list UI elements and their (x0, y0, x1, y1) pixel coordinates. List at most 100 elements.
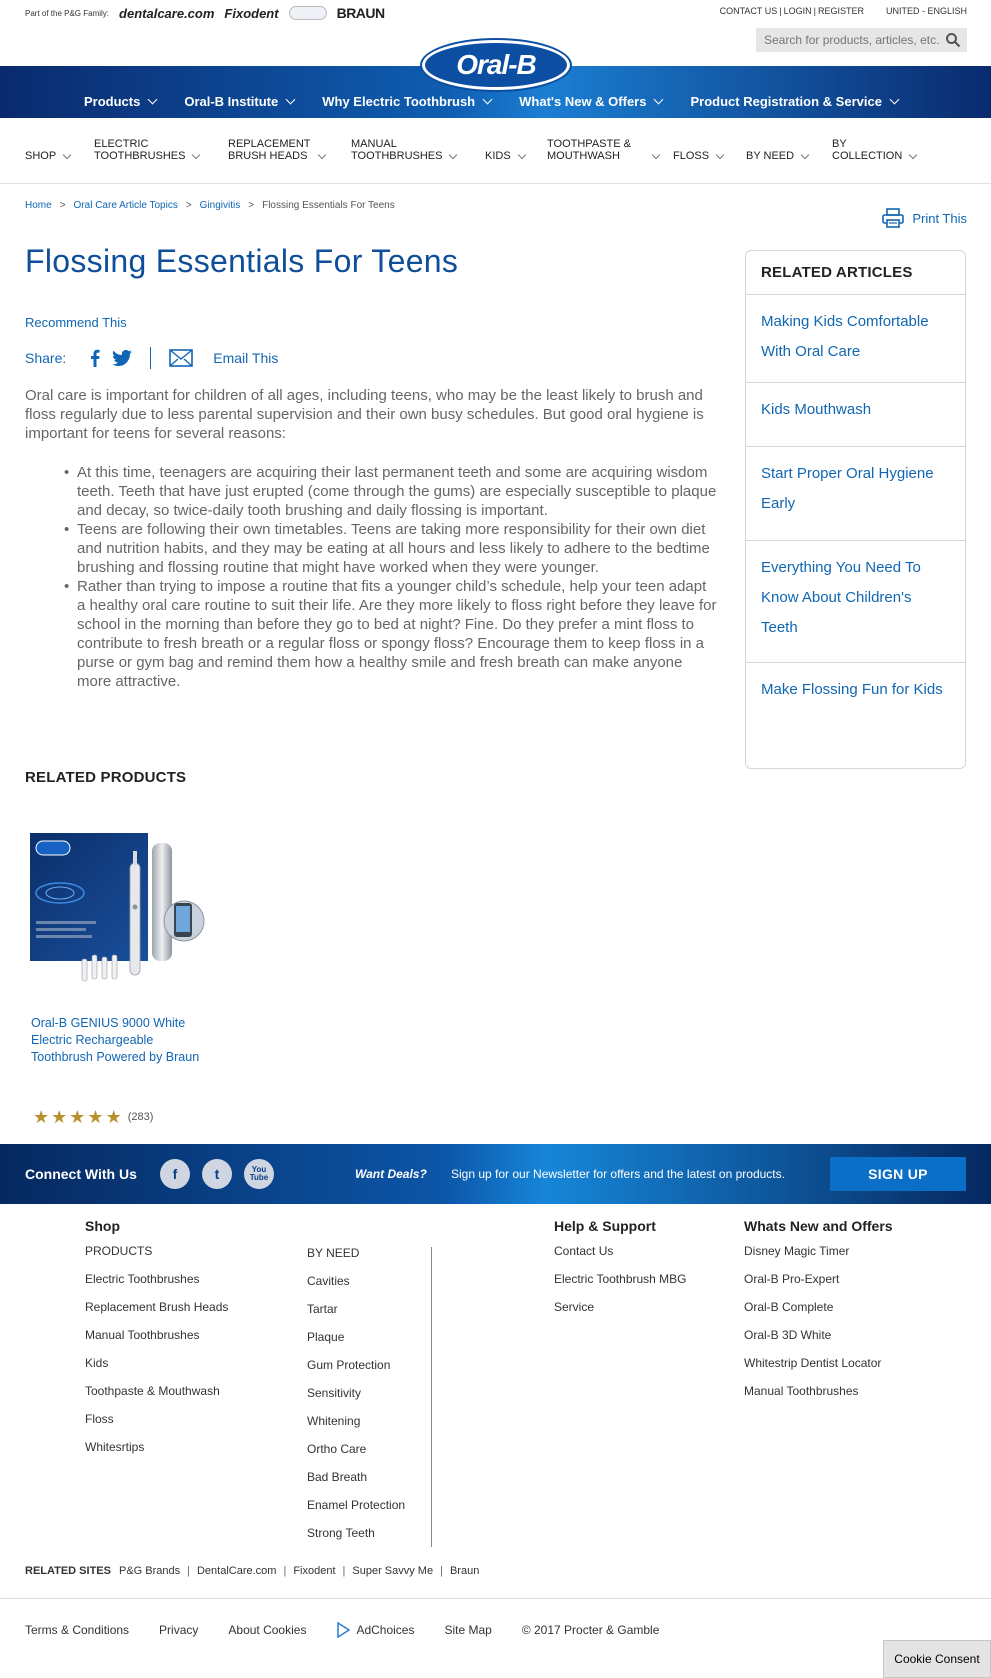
locale-selector[interactable]: UNITED - ENGLISH (886, 6, 967, 16)
subnav-by-need[interactable]: BY NEED (746, 150, 810, 162)
footer-link[interactable]: Manual Toothbrushes (744, 1384, 893, 1412)
sign-up-button[interactable]: SIGN UP (830, 1157, 966, 1191)
nav-institute-label: Oral-B Institute (184, 93, 279, 109)
footer-link[interactable]: Electric Toothbrushes (85, 1272, 228, 1300)
register-link[interactable]: REGISTER (818, 6, 864, 16)
related-article-link[interactable]: Kids Mouthwash (746, 383, 965, 447)
related-site-link[interactable]: P&G Brands (119, 1565, 180, 1577)
subnav-toothpaste[interactable]: TOOTHPASTE & MOUTHWASH (547, 138, 661, 162)
privacy-link[interactable]: Privacy (159, 1623, 198, 1637)
footer-whats-new-title: Whats New and Offers (744, 1218, 893, 1234)
breadcrumb-topics[interactable]: Oral Care Article Topics (74, 200, 178, 211)
related-article-link[interactable]: Start Proper Oral Hygiene Early (746, 447, 965, 541)
subnav-toothpaste-label: TOOTHPASTE & MOUTHWASH (547, 138, 631, 162)
print-button[interactable]: Print This (882, 208, 967, 228)
footer-link[interactable]: Enamel Protection (307, 1498, 405, 1526)
chevron-down-icon (62, 150, 72, 160)
breadcrumb-current: Flossing Essentials For Teens (262, 200, 395, 211)
copyright: © 2017 Procter & Gamble (521, 1623, 660, 1637)
subnav-shop[interactable]: SHOP (25, 150, 72, 162)
brand-dentalcare-link[interactable]: dentalcare.com (119, 6, 214, 21)
subnav-electric[interactable]: ELECTRIC TOOTHBRUSHES (94, 138, 201, 162)
footer-link[interactable]: Kids (85, 1356, 228, 1384)
related-site-link[interactable]: Super Savvy Me (352, 1565, 433, 1577)
footer-link[interactable]: Bad Breath (307, 1470, 405, 1498)
subnav-floss-label: FLOSS (673, 150, 710, 162)
footer-link[interactable]: Sensitivity (307, 1386, 405, 1414)
subnav-manual-label: MANUAL TOOTHBRUSHES (351, 138, 443, 162)
subnav-kids[interactable]: KIDS (485, 150, 526, 162)
nav-products-label: Products (84, 93, 141, 109)
legal-links: Terms & Conditions Privacy About Cookies… (25, 1622, 689, 1638)
related-article-link[interactable]: Make Flossing Fun for Kids (746, 663, 965, 755)
brand-crest-logo[interactable] (288, 6, 327, 20)
brand-fixodent-link[interactable]: Fixodent (224, 6, 278, 21)
product-rating[interactable]: ★ ★ ★ ★ ★ (283) (33, 1108, 153, 1126)
footer-link[interactable]: Electric Toothbrush MBG (554, 1272, 687, 1300)
related-site-link[interactable]: Braun (450, 1565, 479, 1577)
facebook-icon[interactable]: f (160, 1159, 190, 1189)
related-article-link[interactable]: Everything You Need To Know About Childr… (746, 541, 965, 663)
nav-registration[interactable]: Product Registration & Service (690, 76, 900, 109)
footer-link[interactable]: Floss (85, 1412, 228, 1440)
breadcrumb-home[interactable]: Home (25, 200, 52, 211)
related-site-link[interactable]: DentalCare.com (197, 1565, 276, 1577)
footer-link[interactable]: Oral-B 3D White (744, 1328, 893, 1356)
connect-band: Connect With Us f t You Tube Want Deals?… (0, 1144, 991, 1204)
footer-link[interactable]: Contact Us (554, 1244, 687, 1272)
subnav-by-collection[interactable]: BY COLLECTION (832, 138, 918, 162)
brand-braun-link[interactable]: BRAUN (337, 5, 386, 21)
footer-link[interactable]: Plaque (307, 1330, 405, 1358)
list-item: At this time, teenagers are acquiring th… (64, 463, 718, 520)
nav-oral-b-institute[interactable]: Oral-B Institute (184, 76, 296, 109)
about-cookies-link[interactable]: About Cookies (228, 1623, 306, 1637)
facebook-icon[interactable] (90, 349, 100, 367)
footer-link[interactable]: Service (554, 1300, 687, 1328)
nav-products[interactable]: Products (84, 76, 158, 109)
contact-us-link[interactable]: CONTACT US (720, 6, 778, 16)
deals-label: Want Deals? (355, 1167, 427, 1181)
footer-link[interactable]: Oral-B Complete (744, 1300, 893, 1328)
cookie-consent-button[interactable]: Cookie Consent (883, 1640, 991, 1678)
youtube-icon[interactable]: You Tube (244, 1159, 274, 1189)
subnav-electric-label: ELECTRIC TOOTHBRUSHES (94, 138, 186, 162)
search-input[interactable] (764, 33, 940, 47)
footer-link[interactable]: Strong Teeth (307, 1526, 405, 1554)
chevron-down-icon (449, 150, 458, 160)
subnav-replacement[interactable]: REPLACEMENT BRUSH HEADS (228, 138, 326, 162)
subnav-floss[interactable]: FLOSS (673, 150, 725, 162)
footer-link[interactable]: Manual Toothbrushes (85, 1328, 228, 1356)
product-name-link[interactable]: Oral-B GENIUS 9000 White Electric Rechar… (31, 1015, 211, 1066)
oral-b-logo[interactable]: Oral-B (422, 40, 570, 90)
recommend-link[interactable]: Recommend This (25, 315, 127, 330)
related-site-link[interactable]: Fixodent (293, 1565, 335, 1577)
footer-link[interactable]: Cavities (307, 1274, 405, 1302)
adchoices-link[interactable]: AdChoices (336, 1622, 414, 1638)
login-link[interactable]: LOGIN (784, 6, 812, 16)
twitter-icon[interactable] (112, 350, 133, 366)
footer-link[interactable]: PRODUCTS (85, 1244, 228, 1272)
related-article-link[interactable]: Making Kids Comfortable With Oral Care (746, 295, 965, 383)
email-this-link[interactable]: Email This (213, 350, 278, 366)
subnav-manual[interactable]: MANUAL TOOTHBRUSHES (351, 138, 458, 162)
chevron-down-icon (651, 150, 661, 160)
site-map-link[interactable]: Site Map (444, 1623, 491, 1637)
search-icon[interactable] (945, 32, 961, 48)
footer-link[interactable]: Whitening (307, 1414, 405, 1442)
footer-link[interactable]: Disney Magic Timer (744, 1244, 893, 1272)
product-image[interactable] (30, 833, 218, 993)
terms-link[interactable]: Terms & Conditions (25, 1623, 129, 1637)
footer-link[interactable]: Gum Protection (307, 1358, 405, 1386)
footer-link[interactable]: BY NEED (307, 1246, 405, 1274)
breadcrumb-gingivitis[interactable]: Gingivitis (200, 200, 241, 211)
footer-link[interactable]: Replacement Brush Heads (85, 1300, 228, 1328)
footer-link[interactable]: Toothpaste & Mouthwash (85, 1384, 228, 1412)
footer-link[interactable]: Whitestrip Dentist Locator (744, 1356, 893, 1384)
footer-link[interactable]: Whitesrtips (85, 1440, 228, 1468)
footer-link[interactable]: Oral-B Pro-Expert (744, 1272, 893, 1300)
footer-link[interactable]: Ortho Care (307, 1442, 405, 1470)
footer-link[interactable]: Tartar (307, 1302, 405, 1330)
email-icon[interactable] (169, 349, 194, 367)
logo-text: Oral-B (456, 49, 537, 80)
twitter-icon[interactable]: t (202, 1159, 232, 1189)
